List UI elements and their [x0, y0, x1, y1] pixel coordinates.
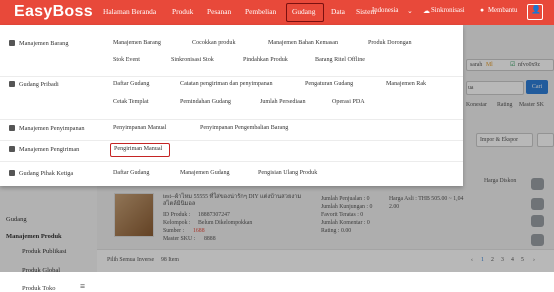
category-manajemen-barang: Manajemen Barang — [9, 40, 68, 47]
menu-item-barang-ritel-offline[interactable]: Barang Ritel Offline — [315, 57, 365, 63]
menu-item-cocokkan-produk[interactable]: Cocokkan produk — [192, 40, 236, 46]
menu-item-cetak-templat[interactable]: Cetak Templat — [113, 99, 149, 105]
menu-item-pemindahan-gudang[interactable]: Pemindahan Gudang — [180, 99, 231, 105]
menu-item-manajemen-barang[interactable]: Manajemen Barang — [113, 40, 161, 46]
menu-item-stok-event[interactable]: Stok Event — [113, 57, 140, 63]
logo[interactable]: EasyBoss — [14, 3, 93, 21]
truck-icon — [9, 146, 15, 152]
cloud-sync-icon[interactable]: ☁ — [423, 7, 430, 15]
divider — [0, 119, 463, 120]
menu-item-daftar-gudang[interactable]: Daftar Gudang — [113, 81, 149, 87]
nav-halaman-beranda[interactable]: Halaman Beranda — [103, 7, 156, 16]
globe-icon — [9, 170, 15, 176]
menu-item-operasi-pda[interactable]: Operasi PDA — [332, 99, 365, 105]
menu-item-sinkronisasi-stok[interactable]: Sinkronisasi Stok — [171, 57, 214, 63]
top-bar: EasyBoss Halaman Beranda Produk Pesanan … — [0, 0, 554, 25]
menu-item-pengisian-ulang-produk[interactable]: Pengisian Ulang Produk — [258, 170, 317, 176]
divider — [0, 161, 463, 162]
menu-item-manajemen-gudang[interactable]: Manajemen Gudang — [180, 170, 230, 176]
nav-data[interactable]: Data — [331, 7, 345, 16]
gudang-highlight — [286, 3, 324, 22]
menu-item-catatan-pengiriman[interactable]: Catatan pengiriman dan penyimpanan — [180, 81, 273, 87]
menu-item-penyimpanan-manual[interactable]: Penyimpanan Manual — [113, 125, 166, 131]
gudang-mega-menu: Manajemen Barang Manajemen Barang Cocokk… — [0, 25, 463, 186]
sidebar-item-produk-toko[interactable]: Produk Toko — [22, 285, 56, 292]
menu-item-bahan-kemasan[interactable]: Manajemen Bahan Kemasan — [268, 40, 338, 46]
category-gudang-pribadi: Gudang Pribadi — [9, 81, 59, 88]
nav-pembelian[interactable]: Pembelian — [245, 7, 276, 16]
menu-item-manajemen-rak[interactable]: Manajemen Rak — [386, 81, 426, 87]
help-icon[interactable]: ● — [480, 7, 484, 14]
category-manajemen-pengiriman: Manajemen Pengiriman — [9, 146, 79, 153]
language-chevron-icon[interactable]: ⌄ — [407, 7, 413, 15]
divider — [0, 76, 463, 77]
menu-item-penyimpanan-pengembalian[interactable]: Penyimpanan Pengembalian Barang — [200, 125, 288, 131]
menu-item-daftar-gudang-pihak-ketiga[interactable]: Daftar Gudang — [113, 170, 149, 176]
warehouse-icon — [9, 81, 15, 87]
menu-item-jumlah-persediaan[interactable]: Jumlah Persediaan — [260, 99, 306, 105]
nav-pesanan[interactable]: Pesanan — [207, 7, 231, 16]
avatar-frame — [527, 4, 543, 20]
pengiriman-manual-highlight — [110, 143, 170, 157]
divider — [0, 140, 463, 141]
storage-icon — [9, 125, 15, 131]
help-label[interactable]: Membantu — [488, 7, 517, 14]
category-manajemen-penyimpanan: Manajemen Penyimpanan — [9, 125, 85, 132]
sync-label[interactable]: Sinkronisasi — [431, 7, 465, 14]
menu-item-pindahkan-produk[interactable]: Pindahkan Produk — [243, 57, 288, 63]
category-gudang-pihak-ketiga: Gudang Pihak Ketiga — [9, 170, 73, 177]
menu-icon[interactable]: ≡ — [80, 281, 85, 291]
menu-item-pengaturan-gudang[interactable]: Pengaturan Gudang — [305, 81, 353, 87]
language-select[interactable]: Indonesia — [372, 7, 398, 14]
nav-produk[interactable]: Produk — [172, 7, 193, 16]
box-icon — [9, 40, 15, 46]
menu-item-produk-dorongan[interactable]: Produk Dorongan — [368, 40, 412, 46]
